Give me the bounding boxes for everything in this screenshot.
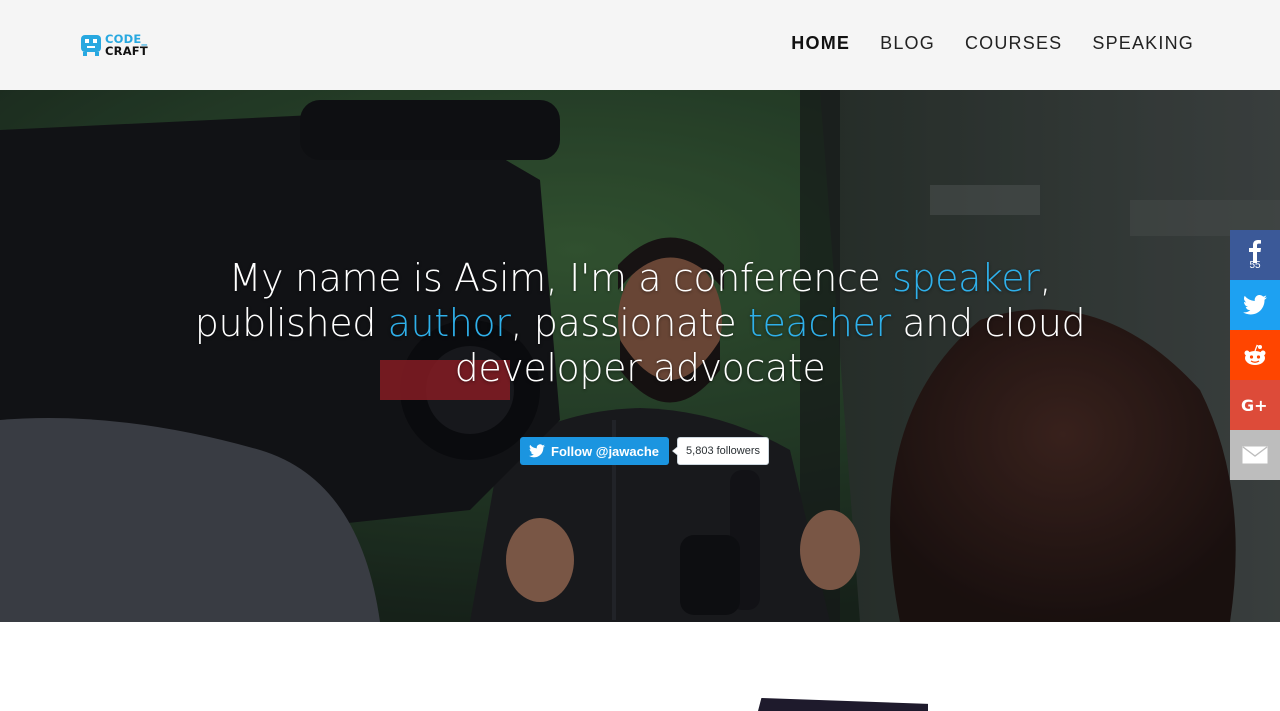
twitter-follow-label: Follow @jawache [551,443,660,459]
nav-courses[interactable]: COURSES [965,33,1062,54]
twitter-follow-button[interactable]: Follow @jawache [520,437,670,465]
share-google-plus-button[interactable]: G+ [1230,380,1280,430]
logo-wordmark: CODE_ CRAFT [105,33,148,57]
share-facebook-button[interactable]: 55 [1230,230,1280,280]
twitter-follow-widget: Follow @jawache 5,803 followers [520,437,770,465]
logo-line-2: CRAFT [105,44,148,58]
headline-highlight-author: author [387,301,511,345]
site-header: CODE_ CRAFT HOME BLOG COURSES SPEAKING [0,0,1280,90]
share-reddit-button[interactable] [1230,330,1280,380]
headline-highlight-speaker: speaker [892,256,1040,300]
code-craft-logo-icon [81,35,101,56]
hero-headline: My name is Asim, I'm a conference speake… [140,256,1140,391]
book-cover-peek [758,698,928,711]
share-twitter-button[interactable] [1230,280,1280,330]
google-plus-icon: G+ [1241,396,1268,414]
twitter-bird-icon [529,444,545,458]
twitter-icon [1243,295,1267,315]
headline-part: , passionate [510,301,748,345]
nav-speaking[interactable]: SPEAKING [1092,33,1194,54]
share-sidebar: 55 G+ [1230,230,1280,480]
reddit-icon [1244,344,1266,365]
hero-section: My name is Asim, I'm a conference speake… [0,90,1280,622]
facebook-share-count: 55 [1249,260,1261,271]
headline-highlight-teacher: teacher [747,301,891,345]
svg-text:G+: G+ [1241,396,1268,414]
site-logo[interactable]: CODE_ CRAFT [80,32,148,58]
email-icon [1242,446,1268,464]
main-nav: HOME BLOG COURSES SPEAKING [791,33,1194,54]
nav-blog[interactable]: BLOG [880,33,935,54]
nav-home[interactable]: HOME [791,33,850,54]
headline-part: My name is Asim, I'm a conference [228,256,893,300]
share-email-button[interactable] [1230,430,1280,480]
twitter-followers-count[interactable]: 5,803 followers [672,437,770,465]
